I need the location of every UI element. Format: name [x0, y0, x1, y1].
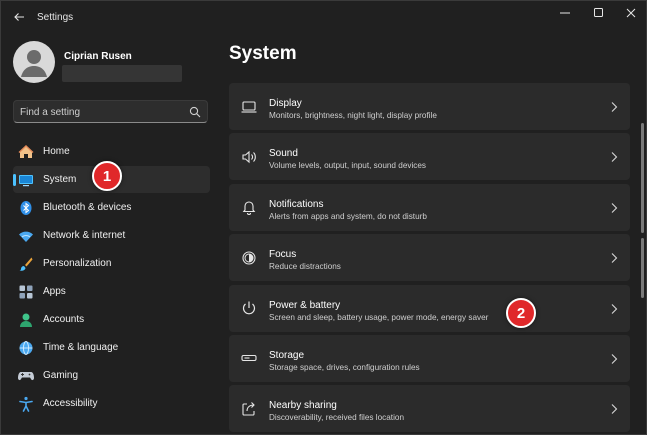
- card-nearby-sharing[interactable]: Nearby sharing Discoverability, received…: [229, 385, 630, 433]
- title-bar: Settings: [1, 1, 646, 33]
- card-description: Alerts from apps and system, do not dist…: [269, 211, 427, 221]
- card-description: Storage space, drives, configuration rul…: [269, 362, 420, 372]
- settings-list: Display Monitors, brightness, night ligh…: [229, 83, 630, 435]
- power-icon: [240, 300, 257, 317]
- chevron-right-icon: [611, 202, 618, 213]
- gamepad-icon: [18, 368, 34, 384]
- accounts-icon: [18, 312, 34, 328]
- card-focus[interactable]: Focus Reduce distractions: [229, 234, 630, 282]
- card-title: Focus: [269, 249, 297, 261]
- annotation-badge-1: 1: [92, 161, 122, 191]
- sidebar-item-label: Personalization: [43, 258, 112, 269]
- card-description: Monitors, brightness, night light, displ…: [269, 111, 437, 120]
- chevron-right-icon: [611, 404, 618, 415]
- window-title: Settings: [37, 12, 74, 23]
- sidebar-item-label: Apps: [43, 286, 66, 297]
- sidebar-item-accounts[interactable]: Accounts: [13, 306, 210, 333]
- sidebar-item-label: Home: [43, 146, 70, 157]
- maximize-icon: [594, 8, 603, 17]
- minimize-icon: [560, 12, 570, 14]
- chevron-right-icon: [611, 253, 618, 264]
- sidebar-item-network[interactable]: Network & internet: [13, 222, 210, 249]
- sidebar-item-label: Gaming: [43, 370, 79, 381]
- scrollbar-track-segment: [641, 238, 644, 298]
- page-title: System: [229, 43, 297, 64]
- search-input[interactable]: [20, 105, 180, 119]
- system-icon: [18, 172, 34, 188]
- profile-email-redacted: [62, 65, 182, 82]
- chevron-right-icon: [611, 354, 618, 364]
- card-display[interactable]: Display Monitors, brightness, night ligh…: [229, 83, 630, 130]
- sidebar-item-label: System: [43, 174, 77, 185]
- home-icon: [18, 144, 34, 160]
- card-title: Storage: [269, 349, 305, 361]
- card-sound[interactable]: Sound Volume levels, output, input, soun…: [229, 133, 630, 181]
- apps-icon: [18, 284, 34, 300]
- chevron-right-icon: [611, 102, 618, 112]
- storage-icon: [240, 350, 257, 367]
- sidebar-item-label: Bluetooth & devices: [43, 202, 132, 213]
- card-title: Sound: [269, 148, 298, 160]
- sidebar-item-apps[interactable]: Apps: [13, 278, 210, 305]
- focus-icon: [240, 249, 257, 266]
- chevron-right-icon: [611, 303, 618, 314]
- card-title: Nearby sharing: [269, 400, 337, 412]
- card-description: Screen and sleep, battery usage, power m…: [269, 312, 489, 322]
- annotation-badge-2: 2: [506, 298, 536, 328]
- user-silhouette-icon: [21, 50, 47, 77]
- card-description: Reduce distractions: [269, 262, 341, 272]
- share-icon: [240, 400, 257, 417]
- bell-icon: [240, 199, 257, 216]
- profile-name: Ciprian Rusen: [64, 51, 132, 62]
- globe-icon: [18, 340, 34, 356]
- card-title: Notifications: [269, 198, 324, 210]
- sidebar-item-label: Network & internet: [43, 230, 126, 241]
- card-power-battery[interactable]: Power & battery Screen and sleep, batter…: [229, 284, 630, 332]
- close-icon: [626, 8, 636, 18]
- brush-icon: [18, 256, 34, 272]
- minimize-button[interactable]: [551, 5, 579, 21]
- back-button[interactable]: [9, 7, 29, 27]
- sidebar-item-label: Accessibility: [43, 398, 98, 409]
- close-button[interactable]: [617, 5, 645, 21]
- scrollbar-thumb[interactable]: [641, 123, 644, 233]
- card-notifications[interactable]: Notifications Alerts from apps and syste…: [229, 183, 630, 231]
- sidebar-item-accessibility[interactable]: Accessibility: [13, 390, 210, 417]
- card-title: Display: [269, 98, 302, 109]
- search-box[interactable]: [13, 100, 208, 123]
- search-icon[interactable]: [189, 106, 201, 118]
- sidebar-item-personalization[interactable]: Personalization: [13, 250, 210, 277]
- back-arrow-icon: [14, 13, 24, 21]
- avatar[interactable]: [13, 41, 55, 83]
- card-title: Power & battery: [269, 299, 341, 311]
- bluetooth-icon: [18, 200, 34, 216]
- accessibility-icon: [18, 396, 34, 412]
- maximize-button[interactable]: [585, 5, 613, 21]
- wifi-icon: [18, 228, 34, 244]
- sidebar-item-time-language[interactable]: Time & language: [13, 334, 210, 361]
- scrollbar[interactable]: [641, 123, 644, 423]
- chevron-right-icon: [611, 152, 618, 163]
- sidebar-item-gaming[interactable]: Gaming: [13, 362, 210, 389]
- card-storage[interactable]: Storage Storage space, drives, configura…: [229, 334, 630, 382]
- sidebar-item-label: Time & language: [43, 342, 119, 353]
- sidebar-item-bluetooth[interactable]: Bluetooth & devices: [13, 194, 210, 221]
- sound-icon: [240, 148, 257, 165]
- display-icon: [240, 98, 257, 115]
- card-description: Volume levels, output, input, sound devi…: [269, 161, 427, 171]
- card-description: Discoverability, received files location: [269, 413, 404, 423]
- sidebar-item-label: Accounts: [43, 314, 85, 325]
